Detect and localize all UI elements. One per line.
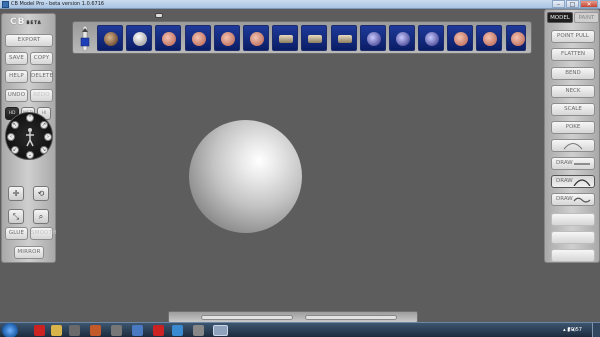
thumbnail-item[interactable] [505, 25, 526, 51]
scale-button[interactable]: SCALE [551, 103, 595, 116]
rotate-downleft-icon[interactable]: ↙ [11, 146, 19, 154]
flatten-button[interactable]: FLATTEN [551, 48, 595, 61]
undo-button[interactable]: UNDO [5, 89, 28, 102]
thumbnail-item[interactable] [242, 25, 269, 51]
taskbar-app-icon[interactable] [90, 325, 101, 336]
thumbnail-item[interactable] [301, 25, 328, 51]
taskbar-app-icon[interactable] [172, 325, 183, 336]
thumbnail-item[interactable] [213, 25, 240, 51]
thumbnail-item[interactable] [126, 25, 153, 51]
curve-icon [563, 143, 583, 150]
select-tool-icon[interactable]: ⤡ [8, 209, 24, 224]
draw-label: DRAW [556, 196, 573, 202]
taskbar-app-icon[interactable] [153, 325, 164, 336]
line-icon [574, 163, 590, 165]
draw-arc-button[interactable]: DRAW [551, 175, 595, 188]
rotate-down-icon[interactable]: ⌄ [26, 151, 34, 159]
rotate-right-icon[interactable]: › [44, 133, 52, 141]
draw-wave-button[interactable]: DRAW [551, 193, 595, 206]
right-toolbar: MODEL PAINT POINT PULL FLATTEN BEND NECK… [544, 9, 600, 263]
thumbnail-item[interactable] [359, 25, 386, 51]
brush-strength-slider[interactable] [305, 315, 397, 320]
show-desktop-button[interactable] [592, 323, 600, 337]
app-logo: CBBETA [10, 17, 42, 27]
window-titlebar: CB Model Pro - beta version 1.0.6716 – □… [0, 0, 600, 9]
windows-taskbar: ▴ ▮ ◂) 20:57 [0, 322, 600, 337]
tab-paint[interactable]: PAINT [574, 12, 599, 23]
left-toolbar: CBBETA EXPORT SAVE COPY HELP DELETE UNDO… [1, 13, 56, 263]
arc-icon [573, 179, 591, 186]
figure-icon [26, 128, 34, 147]
start-button-icon[interactable] [2, 323, 18, 337]
minimize-icon[interactable]: – [552, 0, 565, 8]
copy-button[interactable]: COPY [30, 52, 53, 65]
thumbnail-item[interactable] [97, 25, 123, 51]
move-icon[interactable]: ✛ [8, 186, 24, 201]
strip-slider-icon[interactable] [78, 25, 92, 52]
thumbnail-item[interactable] [447, 25, 474, 51]
navigation-wheel[interactable]: ⌃ ↗ › ↘ ⌄ ↙ ‹ ↖ [5, 112, 53, 160]
curve-shape-button[interactable] [551, 139, 595, 152]
thumbnail-item[interactable] [155, 25, 182, 51]
taskbar-app-icon[interactable] [69, 325, 80, 336]
cb-model-pro-taskbar-icon[interactable] [213, 325, 228, 336]
close-icon[interactable]: ✕ [580, 0, 598, 8]
thumbnail-item[interactable] [330, 25, 357, 51]
delete-button[interactable]: DELETE [30, 70, 53, 83]
rotate-upright-icon[interactable]: ↗ [40, 121, 48, 129]
zoom-tool-icon[interactable]: ⌕ [33, 209, 49, 224]
rotate-view-icon[interactable]: ⟲ [33, 186, 49, 201]
strip-grip-icon[interactable] [155, 13, 163, 18]
draw-label: DRAW [556, 160, 573, 166]
rotate-left-icon[interactable]: ‹ [7, 133, 15, 141]
thumbnail-item[interactable] [418, 25, 445, 51]
draw-line-button[interactable]: DRAW [551, 157, 595, 170]
thumbnail-item[interactable] [184, 25, 211, 51]
3d-sphere-model[interactable] [189, 120, 302, 233]
taskbar-app-icon[interactable] [193, 325, 204, 336]
tab-model[interactable]: MODEL [547, 12, 573, 23]
neck-button[interactable]: NECK [551, 85, 595, 98]
thumbnail-item[interactable] [476, 25, 503, 51]
wave-icon [573, 197, 591, 203]
save-button[interactable]: SAVE [5, 52, 28, 65]
thumbnail-strip [72, 21, 532, 54]
rotate-upleft-icon[interactable]: ↖ [11, 121, 19, 129]
maximize-icon[interactable]: □ [566, 0, 579, 8]
taskbar-app-icon[interactable] [132, 325, 143, 336]
folder-icon[interactable] [51, 325, 62, 336]
help-button[interactable]: HELP [5, 70, 28, 83]
bend-button[interactable]: BEND [551, 67, 595, 80]
app-icon [2, 1, 9, 8]
brush-size-slider[interactable] [201, 315, 293, 320]
thumbnail-list [97, 25, 526, 51]
window-title: CB Model Pro - beta version 1.0.6716 [11, 1, 105, 7]
point-pull-button[interactable]: POINT PULL [551, 30, 595, 43]
taskbar-clock[interactable]: 20:57 [568, 323, 582, 337]
thumbnail-item[interactable] [272, 25, 299, 51]
poke-button[interactable]: POKE [551, 121, 595, 134]
glue-button[interactable]: GLUE [5, 227, 28, 240]
draw-label: DRAW [556, 178, 573, 184]
mirror-button[interactable]: MIRROR [14, 246, 44, 259]
rotate-downright-icon[interactable]: ↘ [40, 146, 48, 154]
smooth-button[interactable]: SMOOTH [30, 227, 56, 240]
redo-button[interactable]: REDO [30, 89, 53, 102]
taskbar-app-icon[interactable] [34, 325, 45, 336]
disabled-tool-1[interactable] [551, 213, 595, 226]
taskbar-app-icon[interactable] [111, 325, 122, 336]
disabled-tool-3[interactable] [551, 249, 595, 262]
export-button[interactable]: EXPORT [5, 34, 53, 47]
disabled-tool-2[interactable] [551, 231, 595, 244]
rotate-up-icon[interactable]: ⌃ [26, 114, 34, 122]
window-controls: – □ ✕ [551, 0, 598, 9]
thumbnail-item[interactable] [388, 25, 415, 51]
